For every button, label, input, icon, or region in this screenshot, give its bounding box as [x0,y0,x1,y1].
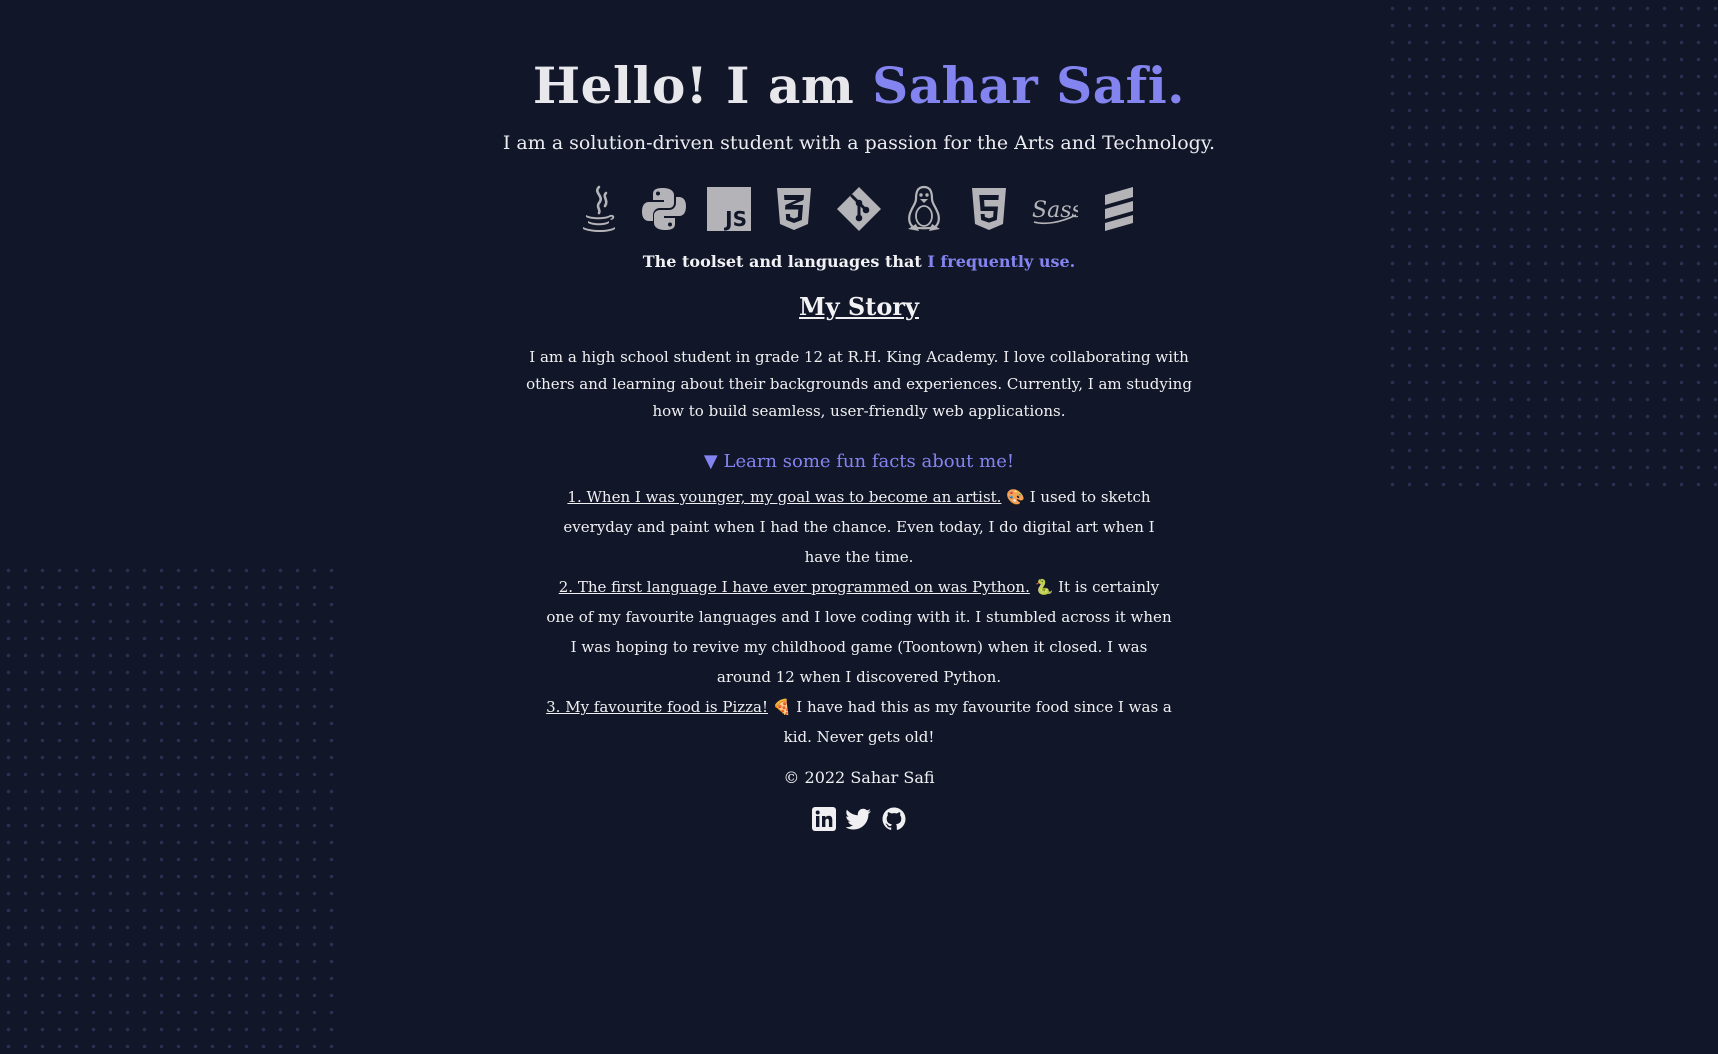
fun-fact-text: I have had this as my favourite food sin… [783,698,1172,746]
hero-subtitle: I am a solution-driven student with a pa… [502,132,1216,154]
social-links [0,806,1718,832]
linkedin-icon[interactable] [811,806,837,832]
pizza-icon: 🍕 [772,698,792,716]
fun-fact-item: 2. The first language I have ever progra… [545,572,1173,692]
copyright-text: © 2022 Sahar Safi [783,768,935,787]
snake-icon: 🐍 [1034,578,1054,596]
database-stack-icon [1095,183,1143,235]
palette-icon: 🎨 [1006,488,1025,506]
fun-fact-heading: 1. When I was younger, my goal was to be… [567,488,1002,506]
tech-icon-row: JS Sass [0,183,1718,235]
hero-greeting: Hello! I am [532,56,873,115]
javascript-icon: JS [705,183,753,235]
java-icon [575,183,623,235]
fun-fact-item: 1. When I was younger, my goal was to be… [545,482,1173,572]
disclosure-triangle-icon: ▼ [703,451,718,472]
html5-icon [965,183,1013,235]
svg-text:Sass: Sass [1032,198,1078,223]
story-heading: My Story [799,292,919,321]
toolset-accent: I frequently use. [927,252,1076,271]
twitter-icon[interactable] [846,806,872,832]
fun-facts-toggle[interactable]: ▼ Learn some fun facts about me! [0,451,1718,472]
hero-title: Hello! I am Sahar Safi. [0,56,1718,115]
sass-icon: Sass [1030,183,1078,235]
github-icon[interactable] [881,806,907,832]
toolset-caption: The toolset and languages that I frequen… [0,252,1718,271]
story-paragraph: I am a high school student in grade 12 a… [526,348,1192,420]
fun-facts-list: 1. When I was younger, my goal was to be… [545,482,1173,752]
svg-text:JS: JS [723,207,747,231]
fun-fact-heading: 3. My favourite food is Pizza! [546,698,769,716]
fun-fact-heading: 2. The first language I have ever progra… [558,578,1030,596]
fun-fact-item: 3. My favourite food is Pizza! 🍕 I have … [545,692,1173,752]
fun-facts-summary: Learn some fun facts about me! [723,451,1015,472]
toolset-prefix: The toolset and languages that [642,252,928,271]
linux-icon [900,183,948,235]
python-icon [640,183,688,235]
hero-name: Sahar Safi. [872,56,1186,115]
css3-icon [770,183,818,235]
git-icon [835,183,883,235]
